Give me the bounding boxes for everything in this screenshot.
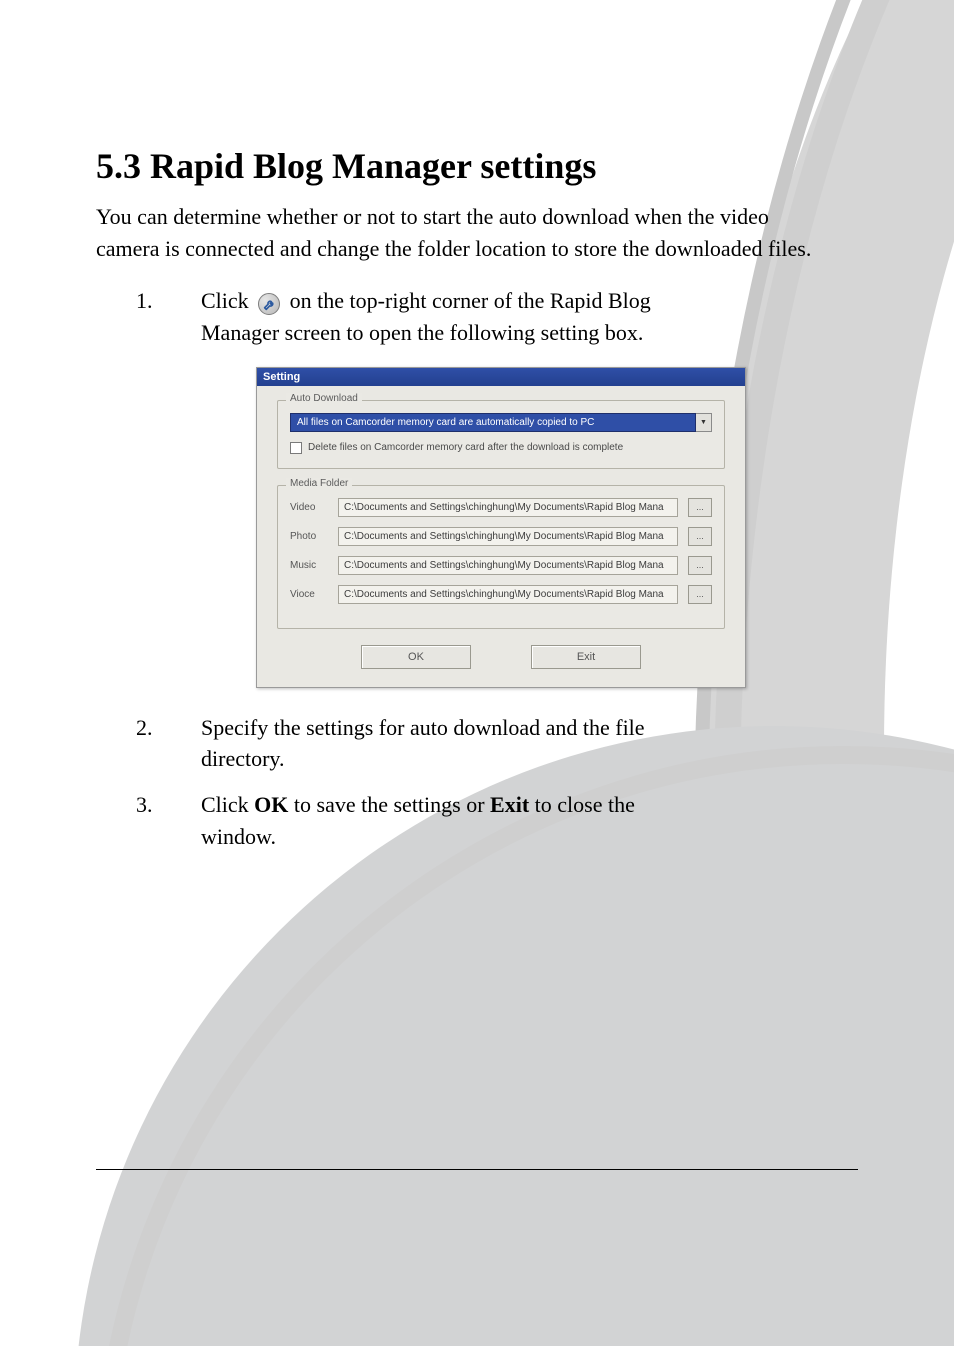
music-label: Music (290, 560, 328, 571)
music-browse-button[interactable]: ... (688, 556, 712, 575)
delete-files-label: Delete files on Camcorder memory card af… (308, 442, 623, 453)
step-3-pre: Click (201, 792, 254, 817)
setting-dialog: Setting Auto Download All files on Camco… (256, 367, 746, 688)
step-number: 3. (136, 789, 153, 821)
photo-browse-button[interactable]: ... (688, 527, 712, 546)
voice-browse-button[interactable]: ... (688, 585, 712, 604)
music-folder-row: Music C:\Documents and Settings\chinghun… (290, 556, 712, 575)
wrench-icon (258, 293, 280, 315)
step-1-text-pre: Click (201, 288, 249, 313)
exit-button[interactable]: Exit (531, 645, 641, 669)
intro-paragraph: You can determine whether or not to star… (96, 201, 836, 265)
step-3: 3. Click OK to save the settings or Exit… (96, 789, 858, 853)
voice-folder-row: Vioce C:\Documents and Settings\chinghun… (290, 585, 712, 604)
chevron-down-icon[interactable]: ▼ (696, 413, 712, 432)
photo-path-input[interactable]: C:\Documents and Settings\chinghung\My D… (338, 527, 678, 546)
step-3-exit: Exit (490, 792, 529, 817)
video-browse-button[interactable]: ... (688, 498, 712, 517)
photo-folder-row: Photo C:\Documents and Settings\chinghun… (290, 527, 712, 546)
delete-files-checkbox[interactable] (290, 442, 302, 454)
ok-button[interactable]: OK (361, 645, 471, 669)
auto-download-group: Auto Download All files on Camcorder mem… (277, 400, 725, 469)
step-number: 1. (136, 285, 153, 317)
media-folder-group: Media Folder Video C:\Documents and Sett… (277, 485, 725, 629)
step-2: 2. Specify the settings for auto downloa… (96, 712, 858, 776)
voice-path-input[interactable]: C:\Documents and Settings\chinghung\My D… (338, 585, 678, 604)
step-2-text: Specify the settings for auto download a… (151, 712, 711, 776)
step-3-ok: OK (254, 792, 288, 817)
auto-download-combo[interactable]: All files on Camcorder memory card are a… (290, 413, 712, 432)
music-path-input[interactable]: C:\Documents and Settings\chinghung\My D… (338, 556, 678, 575)
auto-download-legend: Auto Download (286, 393, 362, 404)
page-heading: 5.3 Rapid Blog Manager settings (96, 145, 858, 187)
footer-rule (96, 1169, 858, 1170)
step-3-mid: to save the settings or (288, 792, 490, 817)
video-label: Video (290, 502, 328, 513)
step-1: 1. Click on the top-right corner of the … (96, 285, 858, 349)
voice-label: Vioce (290, 589, 328, 600)
video-folder-row: Video C:\Documents and Settings\chinghun… (290, 498, 712, 517)
media-folder-legend: Media Folder (286, 478, 352, 489)
auto-download-combo-value: All files on Camcorder memory card are a… (290, 413, 696, 432)
step-number: 2. (136, 712, 153, 744)
video-path-input[interactable]: C:\Documents and Settings\chinghung\My D… (338, 498, 678, 517)
photo-label: Photo (290, 531, 328, 542)
dialog-titlebar: Setting (257, 368, 745, 386)
